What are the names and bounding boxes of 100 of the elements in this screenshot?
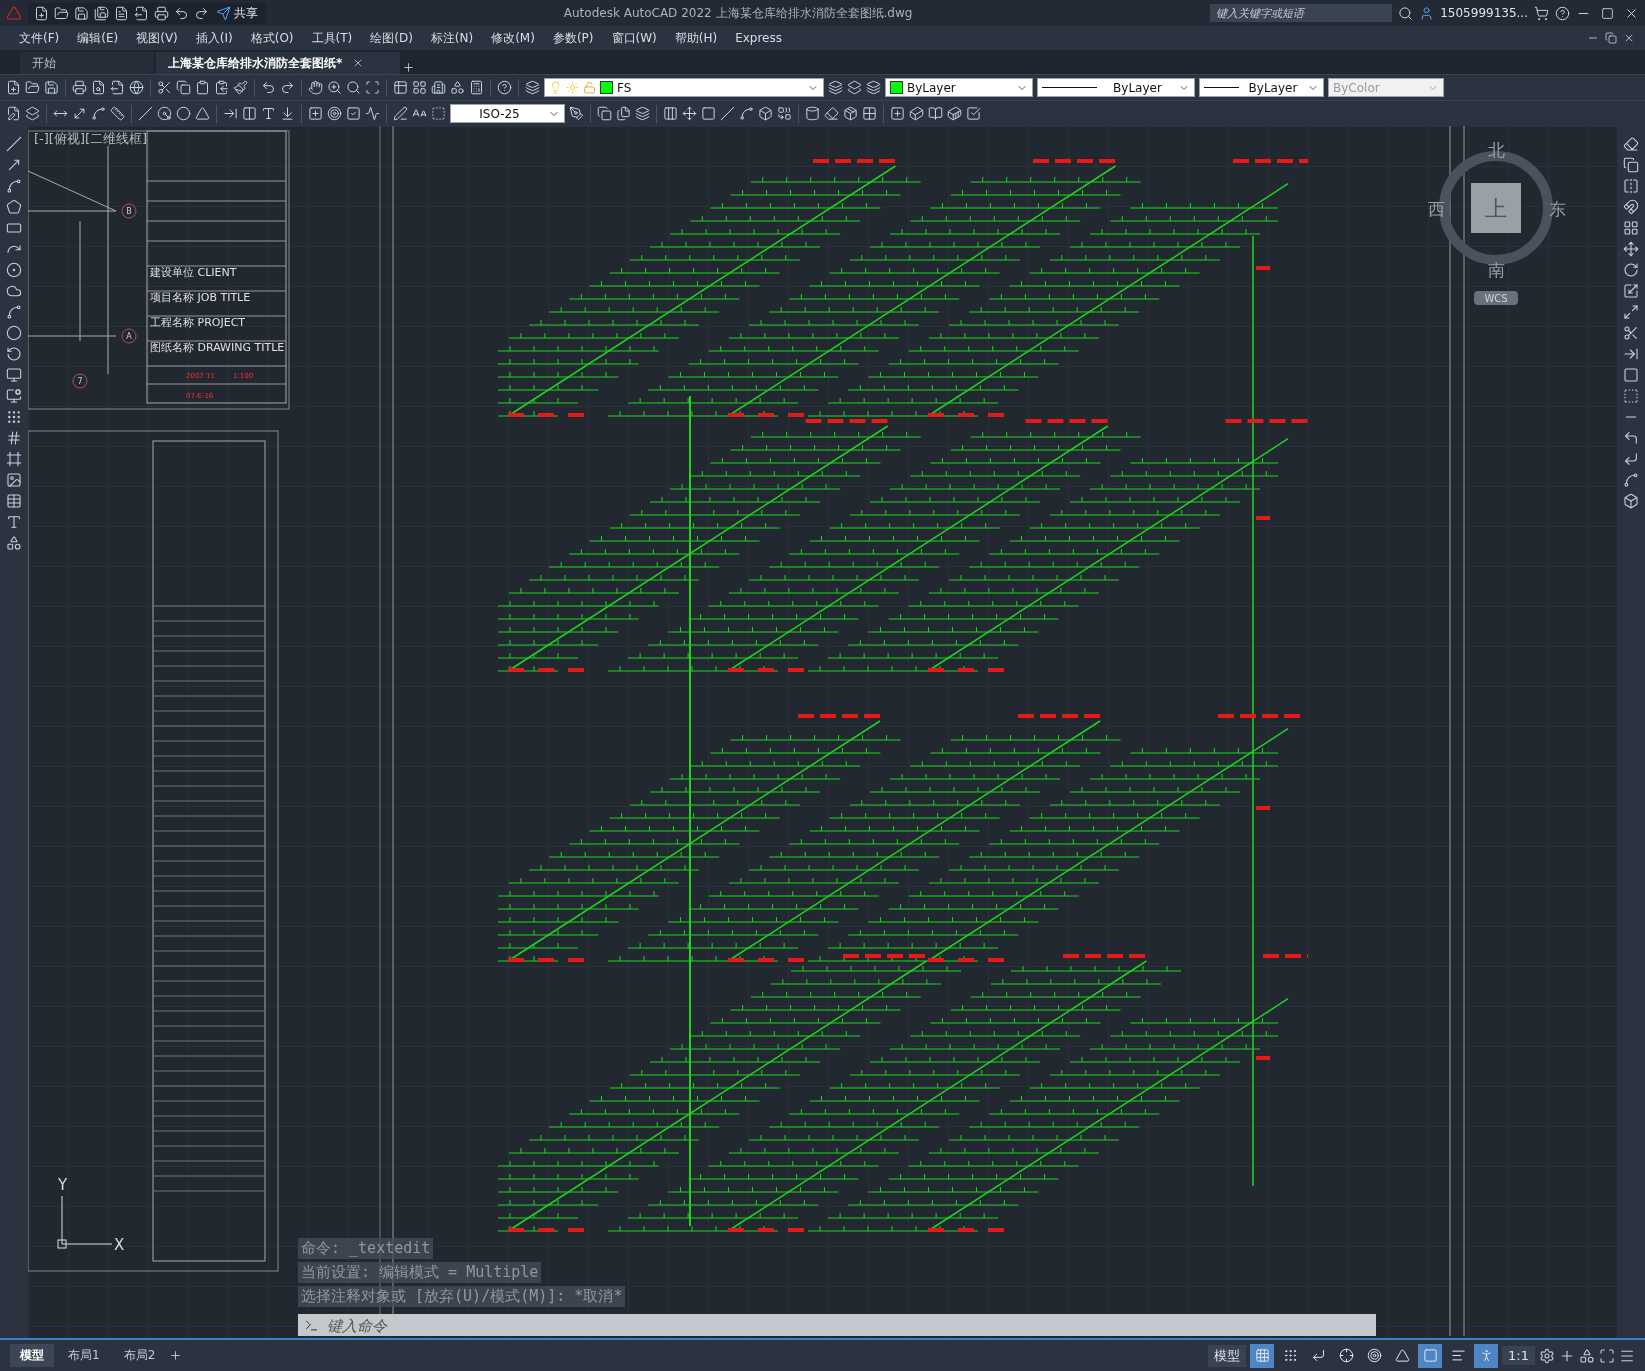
viewport-label[interactable]: [-][俯视][二维线框] [34,130,148,148]
osnap-icon[interactable] [1366,1348,1382,1363]
columns-icon[interactable] [663,106,678,121]
square-plus-icon[interactable] [308,106,323,121]
add-layout-icon[interactable] [169,1349,183,1362]
color-dropdown[interactable]: ByLayer [885,78,1033,97]
clipboard-icon[interactable] [214,80,229,95]
settings-icon[interactable] [1539,1347,1555,1364]
status-toggle[interactable] [1474,1343,1499,1368]
new-file-icon[interactable] [34,5,49,21]
line-icon[interactable] [138,106,153,121]
cylinder-icon[interactable] [805,106,820,121]
square-plus-icon[interactable] [890,106,905,121]
move-icon[interactable] [682,106,697,121]
maximize-icon[interactable] [1601,6,1614,20]
layers-icon[interactable] [866,80,881,95]
ortho-icon[interactable] [1310,1348,1326,1363]
paste-icon[interactable] [195,80,210,95]
offset-icon[interactable] [1623,199,1639,215]
table-icon[interactable] [6,493,22,509]
square-icon[interactable] [701,106,716,121]
columns-icon[interactable] [242,106,257,121]
cloud-icon[interactable] [6,283,22,299]
status-toggle[interactable] [1418,1343,1443,1368]
file-export-icon[interactable] [110,80,125,95]
compass-direction[interactable]: 北 [1487,140,1505,160]
lineweight-dropdown[interactable]: ByLayer [1199,78,1324,97]
layout-tab[interactable]: 模型 [10,1344,54,1367]
building-icon[interactable] [431,80,446,95]
shapes-icon[interactable] [450,80,465,95]
brush-icon[interactable] [233,80,248,95]
table-icon[interactable] [393,80,408,95]
model-space-button[interactable]: 模型 [1208,1344,1247,1367]
print-icon[interactable] [154,5,169,21]
explode-icon[interactable] [1623,493,1639,509]
layers-icon[interactable] [525,80,540,95]
layers-icon[interactable] [847,80,862,95]
check-square-icon[interactable] [346,106,361,121]
file-tab[interactable]: 开始 [20,52,154,74]
layout-tab[interactable]: 布局2 [113,1344,166,1367]
layers-icon[interactable] [828,80,843,95]
cube-icon[interactable] [758,106,773,121]
restore-icon[interactable] [1605,32,1617,44]
redo-icon[interactable] [280,80,295,95]
status-toggle[interactable] [1250,1343,1275,1368]
lineweight-icon[interactable] [1450,1348,1466,1363]
target-icon[interactable] [327,106,342,121]
file-tab[interactable]: 上海某仓库给排水消防全套图纸* [156,52,400,74]
box-icon[interactable] [843,106,858,121]
print-icon[interactable] [72,80,87,95]
eraser-icon[interactable] [1623,136,1639,152]
undo-icon[interactable] [174,5,189,21]
search-icon[interactable] [1398,5,1414,21]
send-icon[interactable] [216,5,231,21]
zoom-window-icon[interactable] [346,80,361,95]
cart-icon[interactable] [1534,5,1549,21]
region-icon[interactable] [6,451,22,467]
dashed-square-icon[interactable] [431,106,446,121]
hatch-icon[interactable] [6,430,22,446]
check-square-icon[interactable] [966,106,981,121]
elliptical-arc-icon[interactable] [6,346,22,362]
rotate-icon[interactable] [1623,262,1639,278]
layers-icon[interactable] [25,106,40,121]
close-icon[interactable] [1623,32,1635,44]
combine-icon[interactable] [777,106,792,121]
menu-item[interactable]: 绘图(D) [361,29,422,47]
file-export-icon[interactable] [134,5,149,21]
search-field[interactable]: 键入关键字或短语 [1210,4,1393,22]
redo-icon[interactable] [194,5,209,21]
shapes-icon[interactable] [6,535,22,551]
square-icon[interactable] [1623,367,1639,383]
files-icon[interactable] [616,106,631,121]
snap-icon[interactable] [1282,1348,1298,1363]
globe-icon[interactable] [129,80,144,95]
arrow-icon[interactable] [6,157,22,173]
dashed-square-icon[interactable] [1623,388,1639,404]
ruler-icon[interactable] [110,106,125,121]
menu-item[interactable]: 格式(O) [241,29,303,47]
fillet-icon[interactable] [1623,430,1639,446]
share-button[interactable]: 共享 [214,4,260,22]
calculator-icon[interactable] [469,80,484,95]
user-name[interactable]: 1505999135... [1440,6,1528,20]
circle-icon[interactable] [176,106,191,121]
text-icon[interactable] [261,106,276,121]
help-icon[interactable] [497,80,512,95]
file-search-icon[interactable] [91,80,106,95]
compass-direction[interactable]: 东 [1548,199,1566,219]
pen-icon[interactable] [569,106,584,121]
dimension-style-dropdown[interactable]: ISO-25 [450,104,565,123]
annotation-scale-button[interactable]: 1:1 [1502,1346,1535,1365]
block-insert-icon[interactable] [6,367,22,383]
menu-item[interactable]: 编辑(E) [68,29,128,47]
scale-icon[interactable] [1623,283,1639,299]
menu-item[interactable]: 工具(T) [302,29,362,47]
undo-icon[interactable] [261,80,276,95]
book-icon[interactable] [928,106,943,121]
menu-item[interactable]: 文件(F) [10,29,69,47]
continue-icon[interactable] [280,106,295,121]
spline-icon[interactable] [6,304,22,320]
menu-item[interactable]: 标注(N) [421,29,483,47]
